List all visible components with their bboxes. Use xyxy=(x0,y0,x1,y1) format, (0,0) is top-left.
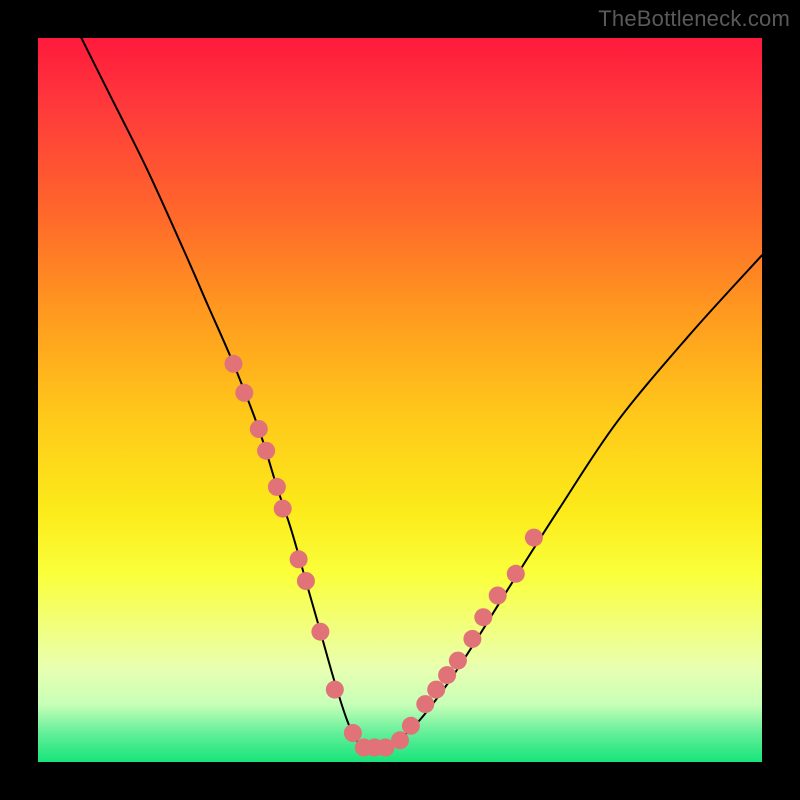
curve-marker xyxy=(416,695,434,713)
curve-marker xyxy=(250,420,268,438)
curve-marker xyxy=(391,731,409,749)
curve-marker xyxy=(225,355,243,373)
curve-marker xyxy=(463,630,481,648)
bottleneck-curve xyxy=(81,38,762,750)
curve-marker xyxy=(525,529,543,547)
curve-marker xyxy=(274,500,292,518)
curve-marker xyxy=(449,652,467,670)
curve-marker xyxy=(268,478,286,496)
curve-marker xyxy=(489,587,507,605)
chart-frame: TheBottleneck.com xyxy=(0,0,800,800)
curve-marker xyxy=(326,681,344,699)
chart-svg xyxy=(38,38,762,762)
curve-markers xyxy=(225,355,543,757)
curve-marker xyxy=(235,384,253,402)
curve-marker xyxy=(402,717,420,735)
watermark-text: TheBottleneck.com xyxy=(598,6,790,32)
curve-marker xyxy=(344,724,362,742)
curve-marker xyxy=(290,550,308,568)
curve-marker xyxy=(427,681,445,699)
curve-marker xyxy=(507,565,525,583)
curve-marker xyxy=(311,623,329,641)
curve-marker xyxy=(257,442,275,460)
curve-marker xyxy=(474,608,492,626)
curve-marker xyxy=(297,572,315,590)
curve-marker xyxy=(438,666,456,684)
